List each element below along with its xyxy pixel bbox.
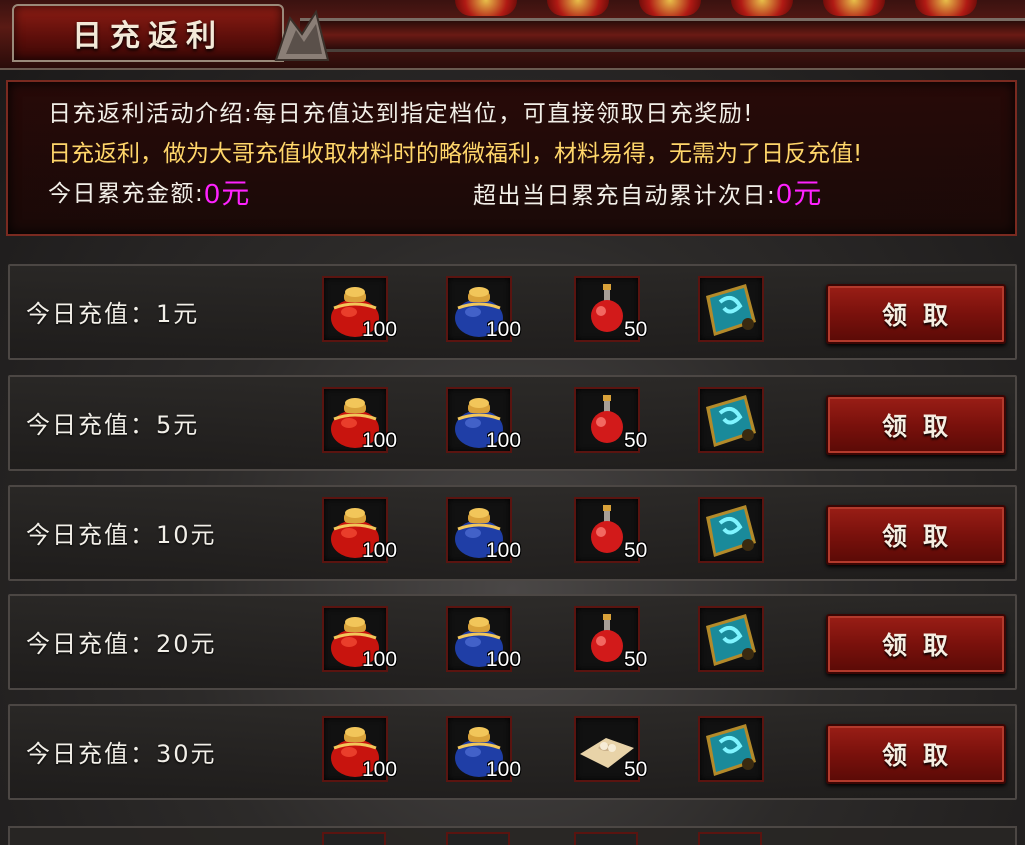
item-quantity: 100 — [486, 648, 522, 671]
carry-over-label: 超出当日累充自动累计次日: — [473, 183, 777, 209]
page-title: 日充返利 — [72, 19, 224, 54]
claim-button[interactable]: 领取 — [826, 724, 1006, 784]
item-quantity: 100 — [486, 758, 522, 781]
recharge-tier-label: 今日充值：10元 — [26, 521, 217, 549]
top-menu-icon[interactable] — [915, 0, 977, 16]
recharge-tier-label: 今日充值：30元 — [26, 740, 217, 768]
scroll-icon[interactable] — [698, 716, 764, 782]
header-bar: 日充返利 — [0, 0, 1025, 70]
recharge-tier-label: 今日充值：20元 — [26, 630, 217, 658]
reward-row: 今日充值：10元 100 100 50 领取 — [8, 485, 1017, 581]
item-quantity: 100 — [362, 758, 398, 781]
top-icon-strip — [455, 0, 977, 16]
item-quantity: 50 — [624, 758, 648, 781]
today-total-label: 今日累充金额: — [48, 181, 205, 207]
reward-item-icon[interactable] — [698, 832, 762, 845]
item-quantity: 100 — [486, 539, 522, 562]
reward-item-icon[interactable] — [574, 832, 638, 845]
reward-item-icon[interactable] — [322, 832, 386, 845]
item-quantity: 100 — [362, 318, 398, 341]
item-quantity: 50 — [624, 648, 648, 671]
ornament-icon — [274, 9, 330, 61]
reward-row: 今日充值：30元 100 100 50 领取 — [8, 704, 1017, 800]
top-menu-icon[interactable] — [455, 0, 517, 16]
item-quantity: 100 — [486, 318, 522, 341]
item-quantity: 100 — [362, 648, 398, 671]
top-menu-icon[interactable] — [823, 0, 885, 16]
reward-row: 今日充值：5元 100 100 50 领取 — [8, 375, 1017, 471]
item-quantity: 50 — [624, 429, 648, 452]
claim-button[interactable]: 领取 — [826, 614, 1006, 674]
claim-button[interactable]: 领取 — [826, 505, 1006, 565]
item-quantity: 100 — [362, 539, 398, 562]
header-ornament-bar — [300, 18, 1025, 52]
scroll-icon[interactable] — [698, 276, 764, 342]
reward-row-partial — [8, 826, 1017, 845]
title-tab: 日充返利 — [12, 4, 284, 62]
recharge-tier-label: 今日充值：5元 — [26, 411, 200, 439]
reward-row: 今日充值：1元 100 100 50 领取 — [8, 264, 1017, 360]
top-menu-icon[interactable] — [639, 0, 701, 16]
item-quantity: 50 — [624, 318, 648, 341]
scroll-icon[interactable] — [698, 497, 764, 563]
carry-over-value: 0元 — [776, 178, 823, 209]
top-menu-icon[interactable] — [547, 0, 609, 16]
claim-button[interactable]: 领取 — [826, 284, 1006, 344]
carry-over-group: 超出当日累充自动累计次日:0元 — [473, 174, 823, 216]
reward-row: 今日充值：20元 100 100 50 领取 — [8, 594, 1017, 690]
item-quantity: 100 — [362, 429, 398, 452]
top-menu-icon[interactable] — [731, 0, 793, 16]
intro-note: 日充返利，做为大哥充值收取材料时的略微福利，材料易得，无需为了日反充值! — [48, 141, 863, 167]
recharge-summary: 今日累充金额: 0元 超出当日累充自动累计次日:0元 — [48, 174, 1015, 214]
item-quantity: 50 — [624, 539, 648, 562]
recharge-tier-label: 今日充值：1元 — [26, 300, 200, 328]
today-total-value: 0元 — [204, 178, 251, 209]
claim-button[interactable]: 领取 — [826, 395, 1006, 455]
scroll-icon[interactable] — [698, 387, 764, 453]
intro-panel: 日充返利活动介绍:每日充值达到指定档位，可直接领取日充奖励! 日充返利，做为大哥… — [6, 80, 1017, 236]
reward-item-icon[interactable] — [446, 832, 510, 845]
item-quantity: 100 — [486, 429, 522, 452]
intro-description: 日充返利活动介绍:每日充值达到指定档位，可直接领取日充奖励! — [48, 101, 754, 127]
scroll-icon[interactable] — [698, 606, 764, 672]
